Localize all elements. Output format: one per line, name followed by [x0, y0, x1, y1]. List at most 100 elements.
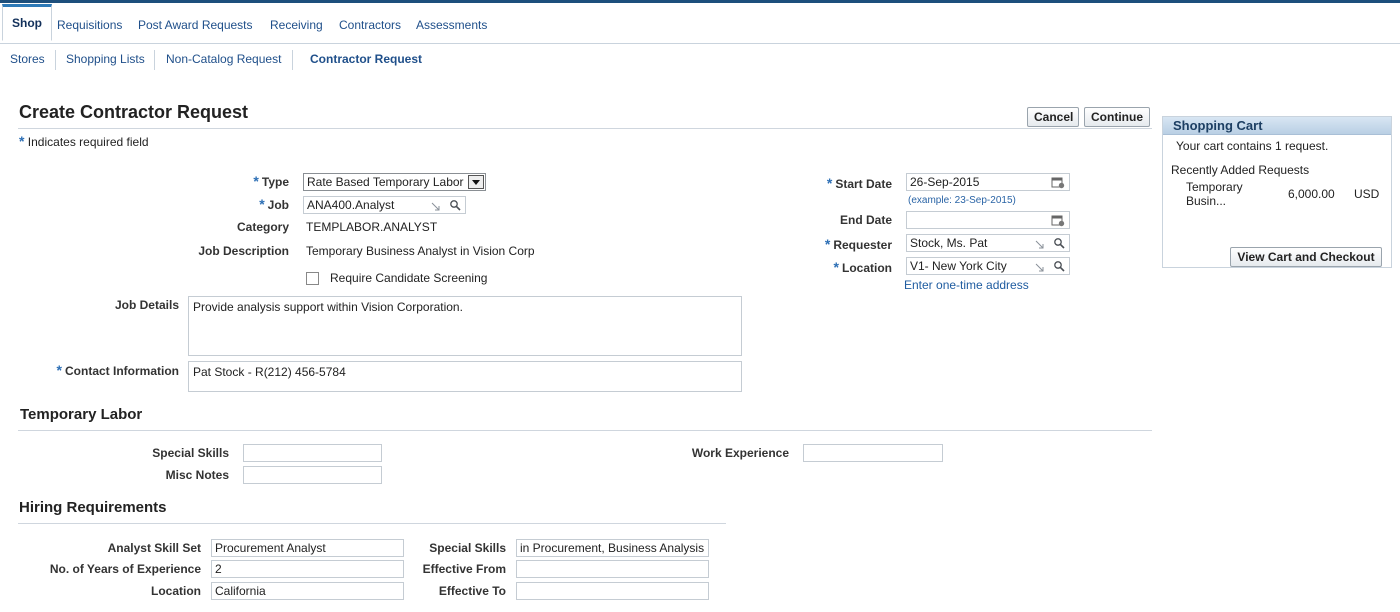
cart-item-name-line1: Temporary	[1186, 180, 1243, 194]
require-screening-label: Require Candidate Screening	[330, 271, 488, 285]
hiring-requirements-divider	[18, 523, 726, 524]
tab-assessments[interactable]: Assessments	[416, 6, 487, 41]
tab-receiving[interactable]: Receiving	[270, 6, 323, 41]
shopping-cart-title: Shopping Cart	[1163, 117, 1391, 135]
hiring-requirements-heading: Hiring Requirements	[19, 499, 167, 516]
effective-from-input[interactable]	[516, 560, 709, 578]
type-label: * Type	[253, 173, 289, 189]
cancel-button[interactable]: Cancel	[1027, 107, 1079, 127]
effective-to-label: Effective To	[438, 584, 506, 598]
job-label: * Job	[259, 196, 289, 212]
shopping-cart-panel: Shopping Cart Your cart contains 1 reque…	[1162, 116, 1392, 268]
end-date-label: End Date	[839, 213, 892, 227]
lov-resize-icon	[1035, 263, 1044, 272]
location-label-text: Location	[842, 261, 892, 275]
required-note-text: Indicates required field	[27, 135, 149, 149]
subnav-non-catalog-request[interactable]: Non-Catalog Request	[166, 52, 281, 66]
misc-notes-label: Misc Notes	[165, 468, 229, 482]
calendar-icon[interactable]	[1051, 176, 1065, 189]
hiring-special-skills-label: Special Skills	[429, 541, 506, 555]
hiring-location-label: Location	[151, 584, 201, 598]
required-marker: *	[19, 133, 25, 149]
years-of-experience-label: No. of Years of Experience	[49, 562, 201, 576]
hiring-special-skills-value: in Procurement, Business Analysis	[520, 541, 705, 555]
required-marker: *	[253, 173, 259, 189]
analyst-skill-set-input[interactable]: Procurement Analyst	[211, 539, 404, 557]
location-label: * Location	[834, 259, 892, 275]
subnav-divider	[55, 50, 56, 70]
job-details-label: Job Details	[114, 298, 179, 312]
hiring-location-input[interactable]: California	[211, 582, 404, 600]
misc-notes-input[interactable]	[243, 466, 382, 484]
years-of-experience-value: 2	[215, 562, 222, 576]
calendar-icon[interactable]	[1051, 214, 1065, 227]
job-label-text: Job	[267, 198, 289, 212]
start-date-example: (example: 23-Sep-2015)	[908, 195, 1016, 206]
required-marker: *	[824, 236, 831, 252]
dropdown-arrow-icon[interactable]	[468, 175, 484, 189]
requester-label-text: Requester	[833, 238, 892, 252]
search-icon[interactable]	[1053, 260, 1065, 272]
cart-item-name-line2: Busin...	[1186, 194, 1227, 208]
hiring-special-skills-input[interactable]: in Procurement, Business Analysis	[516, 539, 709, 557]
subnav-contractor-request[interactable]: Contractor Request	[310, 52, 422, 66]
job-input-value: ANA400.Analyst	[307, 198, 395, 212]
category-value: TEMPLABOR.ANALYST	[306, 220, 438, 234]
type-select[interactable]: Rate Based Temporary Labor	[303, 173, 486, 191]
analyst-skill-set-value: Procurement Analyst	[215, 541, 326, 555]
job-input[interactable]: ANA400.Analyst	[303, 196, 466, 214]
contact-information-textarea[interactable]: Pat Stock - R(212) 456-5784	[188, 361, 742, 392]
special-skills-input[interactable]	[243, 444, 382, 462]
work-experience-input[interactable]	[803, 444, 943, 462]
tab-shop[interactable]: Shop	[2, 4, 52, 41]
tab-requisitions[interactable]: Requisitions	[57, 6, 122, 41]
start-date-value: 26-Sep-2015	[910, 175, 980, 189]
subnav-divider	[292, 50, 293, 70]
start-date-label-text: Start Date	[835, 177, 892, 191]
required-marker: *	[833, 259, 839, 275]
end-date-input[interactable]	[906, 211, 1070, 229]
contact-information-label: * Contact Information	[57, 362, 179, 378]
required-marker: *	[259, 196, 265, 212]
cart-item-currency: USD	[1354, 187, 1380, 201]
requester-value: Stock, Ms. Pat	[910, 236, 988, 250]
required-field-note: * Indicates required field	[19, 133, 149, 149]
subnav-stores[interactable]: Stores	[10, 52, 45, 66]
required-marker: *	[56, 362, 62, 378]
title-divider	[18, 128, 1152, 129]
job-details-textarea[interactable]: Provide analysis support within Vision C…	[188, 296, 742, 356]
required-marker: *	[826, 175, 833, 191]
contact-label-text: Contact Information	[65, 364, 179, 378]
requester-label: * Requester	[825, 236, 892, 252]
job-description-value: Temporary Business Analyst in Vision Cor…	[306, 244, 535, 258]
hiring-location-value: California	[215, 584, 266, 598]
continue-button[interactable]: Continue	[1084, 107, 1150, 127]
tab-post-award-requests[interactable]: Post Award Requests	[138, 6, 253, 41]
require-screening-checkbox[interactable]	[306, 272, 319, 285]
effective-to-input[interactable]	[516, 582, 709, 600]
recently-added-heading: Recently Added Requests	[1171, 163, 1310, 177]
search-icon[interactable]	[449, 199, 461, 211]
subnav-shopping-lists[interactable]: Shopping Lists	[66, 52, 145, 66]
temporary-labor-heading: Temporary Labor	[20, 406, 143, 423]
enter-one-time-address-link[interactable]: Enter one-time address	[904, 278, 1029, 292]
start-date-input[interactable]: 26-Sep-2015	[906, 173, 1070, 191]
type-label-text: Type	[261, 175, 289, 189]
job-details-value: Provide analysis support within Vision C…	[193, 300, 463, 314]
search-icon[interactable]	[1053, 237, 1065, 249]
cart-item-amount: 6,000.00	[1288, 187, 1335, 201]
subnav-divider	[154, 50, 155, 70]
work-experience-label: Work Experience	[691, 446, 789, 460]
view-cart-checkout-button[interactable]: View Cart and Checkout	[1230, 247, 1382, 267]
job-description-label: Job Description	[198, 244, 289, 258]
tab-contractors[interactable]: Contractors	[339, 6, 401, 41]
lov-resize-icon	[431, 202, 440, 211]
years-of-experience-input[interactable]: 2	[211, 560, 404, 578]
requester-input[interactable]: Stock, Ms. Pat	[906, 234, 1070, 252]
start-date-label: * Start Date	[827, 175, 892, 191]
special-skills-label: Special Skills	[152, 446, 229, 460]
location-input[interactable]: V1- New York City	[906, 257, 1070, 275]
analyst-skill-set-label: Analyst Skill Set	[107, 541, 201, 555]
effective-from-label: Effective From	[422, 562, 506, 576]
page-title: Create Contractor Request	[19, 102, 249, 122]
